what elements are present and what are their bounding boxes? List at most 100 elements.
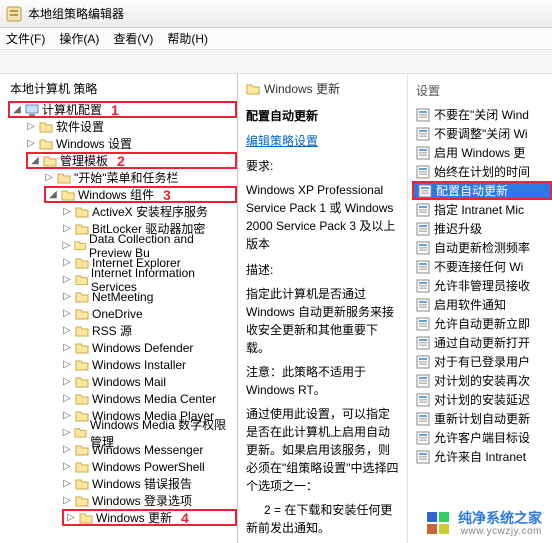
menu-file[interactable]: 文件(F) [6, 30, 45, 47]
title-bar: 本地组策略编辑器 [0, 0, 552, 28]
right-pane: Windows 更新 配置自动更新 编辑策略设置 要求: Windows XP … [238, 74, 552, 543]
setting-icon [416, 165, 430, 179]
computer-icon [25, 103, 39, 117]
watermark: 纯净系统之家 www.ycwzjy.com [422, 509, 546, 539]
tree-node-admin-templates[interactable]: ◢ 管理模板 2 [2, 152, 237, 169]
tree-node[interactable]: ▷Windows PowerShell [2, 458, 237, 475]
settings-item[interactable]: 允许非管理员接收 [412, 276, 552, 295]
settings-item[interactable]: 允许客户端目标设 [412, 428, 552, 447]
description-pane: Windows 更新 配置自动更新 编辑策略设置 要求: Windows XP … [238, 74, 408, 543]
expand-icon[interactable]: ▷ [62, 342, 72, 353]
folder-icon [75, 290, 89, 304]
tree-node[interactable]: ▷Windows Messenger [2, 441, 237, 458]
folder-icon [75, 443, 89, 457]
tree-node[interactable]: ▷Windows Installer [2, 356, 237, 373]
setting-icon [416, 336, 430, 350]
setting-icon [416, 412, 430, 426]
tree-node[interactable]: ▷RSS 源 [2, 322, 237, 339]
expand-icon[interactable]: ▷ [62, 427, 71, 438]
folder-icon [75, 222, 89, 236]
tree-node[interactable]: ▷Windows Media 数字权限管理 [2, 424, 237, 441]
expand-icon[interactable]: ▷ [62, 461, 72, 472]
content-area: 本地计算机 策略 ◢ 计算机配置 1 ▷软件设置 ▷Windows 设置 ◢ 管… [0, 74, 552, 543]
setting-icon [416, 317, 430, 331]
settings-item[interactable]: 推迟升级 [412, 219, 552, 238]
tree-node[interactable]: ▷Windows Defender [2, 339, 237, 356]
expand-icon[interactable]: ▷ [62, 257, 72, 268]
expand-icon[interactable]: ◢ [48, 189, 58, 200]
expand-icon[interactable]: ▷ [62, 240, 71, 251]
setting-title: 配置自动更新 [246, 107, 399, 124]
tree-node[interactable]: ▷Windows 设置 [2, 135, 237, 152]
settings-item[interactable]: 对计划的安装延迟 [412, 390, 552, 409]
settings-item[interactable]: 允许来自 Intranet [412, 447, 552, 466]
settings-item[interactable]: 对于有已登录用户 [412, 352, 552, 371]
desc-label: 描述: [246, 261, 399, 279]
tree-node[interactable]: ▷Internet Information Services [2, 271, 237, 288]
menu-bar: 文件(F) 操作(A) 查看(V) 帮助(H) [0, 28, 552, 50]
expand-icon[interactable]: ▷ [66, 512, 76, 523]
expand-icon[interactable]: ▷ [62, 206, 72, 217]
tree-node-windows-update[interactable]: ▷ Windows 更新 4 [2, 509, 237, 526]
folder-icon [61, 188, 75, 202]
expand-icon[interactable]: ▷ [62, 274, 72, 285]
setting-icon [416, 355, 430, 369]
tree-node[interactable]: ▷OneDrive [2, 305, 237, 322]
settings-item[interactable]: 不要连接任何 Wi [412, 257, 552, 276]
folder-icon [74, 426, 87, 440]
tree-node-computer-config[interactable]: ◢ 计算机配置 1 [2, 101, 237, 118]
tree-pane: 本地计算机 策略 ◢ 计算机配置 1 ▷软件设置 ▷Windows 设置 ◢ 管… [0, 74, 238, 543]
folder-icon [75, 273, 88, 287]
expand-icon[interactable]: ▷ [62, 223, 72, 234]
tree-node[interactable]: ▷Windows 错误报告 [2, 475, 237, 492]
expand-icon[interactable]: ▷ [26, 121, 36, 132]
settings-item[interactable]: 对计划的安装再次 [412, 371, 552, 390]
settings-item[interactable]: 启用 Windows 更 [412, 143, 552, 162]
expand-icon[interactable]: ▷ [62, 444, 72, 455]
settings-item[interactable]: 指定 Intranet Mic [412, 200, 552, 219]
expand-icon[interactable]: ▷ [62, 291, 72, 302]
expand-icon[interactable]: ▷ [62, 376, 72, 387]
menu-action[interactable]: 操作(A) [59, 30, 99, 47]
edit-policy-link[interactable]: 编辑策略设置 [246, 134, 318, 148]
folder-icon [57, 171, 71, 185]
settings-item[interactable]: 重新计划自动更新 [412, 409, 552, 428]
tree-node[interactable]: ▷"开始"菜单和任务栏 [2, 169, 237, 186]
folder-icon [75, 460, 89, 474]
settings-item[interactable]: 不要在"关闭 Wind [412, 105, 552, 124]
folder-icon [75, 358, 89, 372]
desc-body-2: 注意：此策略不适用于 Windows RT。 [246, 363, 399, 399]
tree-node[interactable]: ▷Windows Mail [2, 373, 237, 390]
settings-item[interactable]: 5配置自动更新 [412, 181, 552, 200]
expand-icon[interactable]: ▷ [62, 308, 72, 319]
expand-icon[interactable]: ▷ [62, 393, 72, 404]
settings-item[interactable]: 启用软件通知 [412, 295, 552, 314]
expand-icon[interactable]: ▷ [62, 359, 72, 370]
expand-icon[interactable]: ◢ [30, 155, 40, 166]
settings-item[interactable]: 允许自动更新立即 [412, 314, 552, 333]
window-title: 本地组策略编辑器 [28, 5, 124, 22]
menu-view[interactable]: 查看(V) [113, 30, 153, 47]
expand-icon[interactable]: ▷ [62, 478, 72, 489]
tree-node[interactable]: ▷ActiveX 安装程序服务 [2, 203, 237, 220]
settings-item[interactable]: 不要调整"关闭 Wi [412, 124, 552, 143]
settings-item[interactable]: 通过自动更新打开 [412, 333, 552, 352]
tree-node[interactable]: ▷Data Collection and Preview Bu [2, 237, 237, 254]
expand-icon[interactable]: ▷ [44, 172, 54, 183]
menu-help[interactable]: 帮助(H) [167, 30, 208, 47]
expand-icon[interactable]: ◢ [12, 104, 22, 115]
settings-item[interactable]: 自动更新检测频率 [412, 238, 552, 257]
tree-node-windows-components[interactable]: ◢ Windows 组件 3 [2, 186, 237, 203]
expand-icon[interactable]: ▷ [26, 138, 36, 149]
expand-icon[interactable]: ▷ [62, 325, 72, 336]
tree-node[interactable]: ▷软件设置 [2, 118, 237, 135]
expand-icon[interactable]: ▷ [62, 410, 72, 421]
folder-icon [79, 511, 93, 525]
tree-node[interactable]: ▷Windows Media Center [2, 390, 237, 407]
setting-icon [416, 279, 430, 293]
settings-item[interactable]: 始终在计划的时间 [412, 162, 552, 181]
desc-body-4: 2 = 在下载和安装任何更新前发出通知。 [246, 501, 399, 537]
tree-node[interactable]: ▷Windows 登录选项 [2, 492, 237, 509]
expand-icon[interactable]: ▷ [62, 495, 72, 506]
setting-icon [416, 450, 430, 464]
